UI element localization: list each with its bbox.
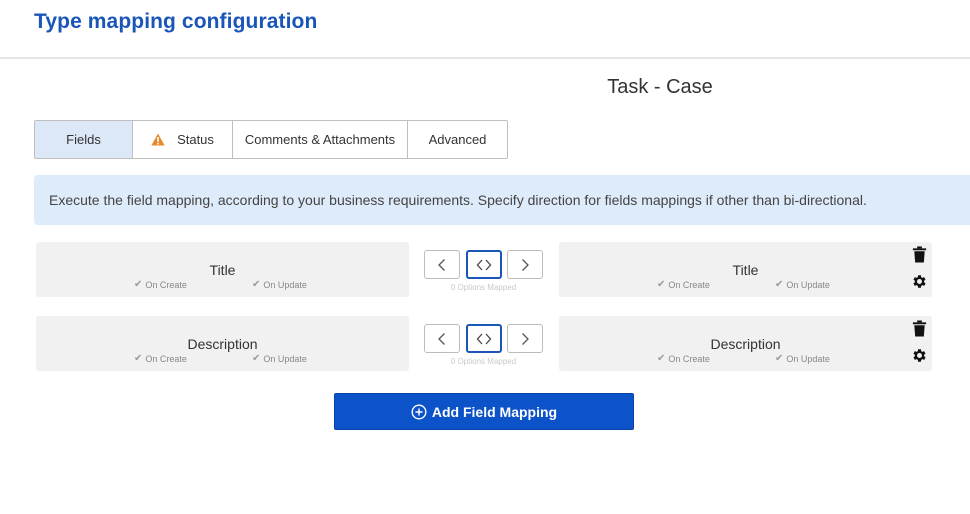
row-actions <box>909 246 929 300</box>
on-create-flag[interactable]: ✔ On Create <box>134 353 187 364</box>
direction-right-button[interactable] <box>507 250 543 279</box>
gear-icon[interactable] <box>909 273 929 293</box>
direction-left-button[interactable] <box>424 250 460 279</box>
field-name: Description <box>187 336 258 352</box>
tab-advanced[interactable]: Advanced <box>408 121 507 158</box>
on-create-flag[interactable]: ✔ On Create <box>134 279 187 290</box>
direction-right-button[interactable] <box>507 324 543 353</box>
target-field-title[interactable]: Title ✔ On Create ✔ On Update <box>559 242 932 297</box>
row-actions <box>909 320 929 374</box>
check-icon: ✔ <box>252 279 261 290</box>
check-icon: ✔ <box>252 353 261 364</box>
tab-label: Comments & Attachments <box>244 132 396 147</box>
direction-left-button[interactable] <box>424 324 460 353</box>
add-field-mapping-label: Add Field Mapping <box>431 403 558 420</box>
check-icon: ✔ <box>134 279 143 290</box>
info-banner: Execute the field mapping, according to … <box>34 175 970 225</box>
chevron-right-icon <box>522 258 529 271</box>
check-icon: ✔ <box>775 279 784 290</box>
mapping-name: Task - Case <box>607 76 713 98</box>
direction-both-button[interactable] <box>466 324 502 353</box>
check-icon: ✔ <box>657 353 666 364</box>
source-field-description[interactable]: Description ✔ On Create ✔ On Update <box>36 316 409 371</box>
field-name: Title <box>732 262 759 278</box>
options-mapped-count: 0 Options Mapped <box>450 283 517 292</box>
field-name: Title <box>209 262 236 278</box>
on-update-flag[interactable]: ✔ On Update <box>252 353 307 364</box>
bidirectional-icon <box>476 333 492 344</box>
options-mapped-count: 0 Options Mapped <box>450 357 517 366</box>
tab-status[interactable]: Status <box>133 121 233 158</box>
on-create-flag[interactable]: ✔ On Create <box>657 279 710 290</box>
chevron-right-icon <box>522 332 529 345</box>
field-name: Description <box>710 336 781 352</box>
tab-label: Status <box>177 132 214 147</box>
tab-label: Advanced <box>428 132 487 147</box>
chevron-left-icon <box>438 332 445 345</box>
check-icon: ✔ <box>134 353 143 364</box>
on-create-flag[interactable]: ✔ On Create <box>657 353 710 364</box>
trash-icon[interactable] <box>909 246 929 266</box>
page-title: Type mapping configuration <box>34 10 318 33</box>
check-icon: ✔ <box>657 279 666 290</box>
direction-selector: 0 Options Mapped <box>424 324 543 366</box>
bidirectional-icon <box>476 259 492 270</box>
on-update-flag[interactable]: ✔ On Update <box>775 353 830 364</box>
add-field-mapping-button[interactable]: Add Field Mapping <box>334 393 634 430</box>
warning-icon <box>151 133 165 146</box>
plus-circle-icon <box>411 403 427 420</box>
tab-fields[interactable]: Fields <box>35 121 133 158</box>
on-update-flag[interactable]: ✔ On Update <box>775 279 830 290</box>
direction-selector: 0 Options Mapped <box>424 250 543 292</box>
check-icon: ✔ <box>775 353 784 364</box>
page-header: Type mapping configuration <box>0 0 970 59</box>
tab-label: Fields <box>66 132 101 147</box>
direction-both-button[interactable] <box>466 250 502 279</box>
target-field-description[interactable]: Description ✔ On Create ✔ On Update <box>559 316 932 371</box>
gear-icon[interactable] <box>909 347 929 367</box>
tab-comments-attachments[interactable]: Comments & Attachments <box>233 121 408 158</box>
source-field-title[interactable]: Title ✔ On Create ✔ On Update <box>36 242 409 297</box>
chevron-left-icon <box>438 258 445 271</box>
on-update-flag[interactable]: ✔ On Update <box>252 279 307 290</box>
trash-icon[interactable] <box>909 320 929 340</box>
tab-bar: Fields Status Comments & Attachments Adv… <box>34 120 508 159</box>
